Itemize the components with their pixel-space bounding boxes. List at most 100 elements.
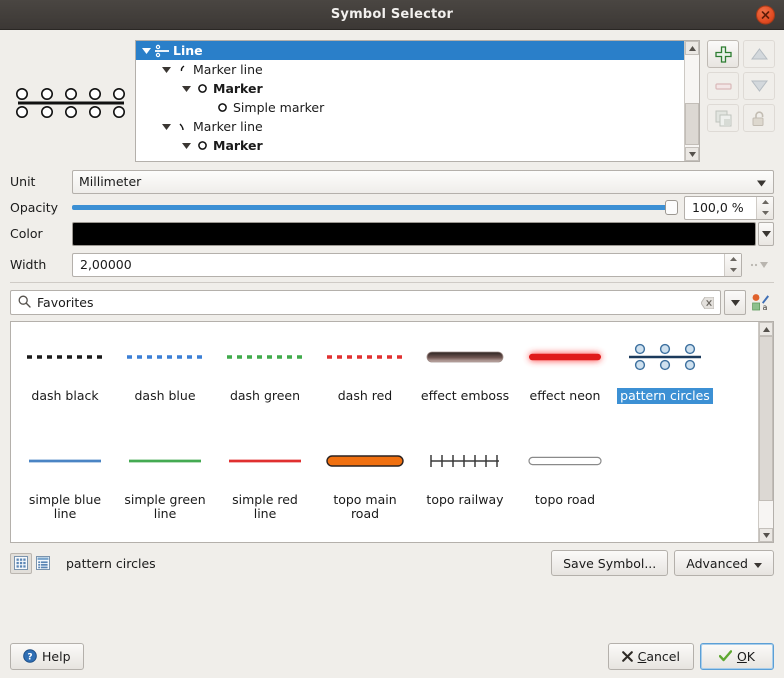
- chevron-down-icon[interactable]: [160, 124, 173, 130]
- emboss-line-icon: [419, 326, 511, 388]
- down-arrow-icon: [751, 79, 768, 93]
- gallery-scroll-track[interactable]: [759, 336, 773, 528]
- save-symbol-label: Save Symbol...: [563, 556, 656, 571]
- lock-icon: [751, 110, 767, 127]
- tree-scroll-track[interactable]: [685, 55, 699, 147]
- move-layer-down-button[interactable]: [743, 72, 775, 100]
- symbol-item[interactable]: topo main road: [315, 430, 415, 534]
- style-manager-button[interactable]: a: [746, 290, 774, 315]
- width-data-defined-override-button[interactable]: [746, 261, 774, 269]
- unit-select[interactable]: Millimeter: [72, 170, 774, 194]
- tree-node-marker-line[interactable]: Marker line: [136, 117, 684, 136]
- tree-node-label: Simple marker: [233, 100, 324, 115]
- remove-symbol-layer-button[interactable]: [707, 72, 739, 100]
- move-layer-up-button[interactable]: [743, 40, 775, 68]
- gallery-scrollbar[interactable]: [758, 322, 773, 542]
- chevron-down-icon: [762, 231, 771, 237]
- opacity-step-down[interactable]: [757, 208, 773, 219]
- circle-marker-icon: [213, 100, 231, 116]
- ok-label: K: [747, 649, 755, 664]
- dashed-line-green-icon: [219, 326, 311, 388]
- ok-button[interactable]: OK: [700, 643, 774, 670]
- close-icon[interactable]: [756, 5, 775, 24]
- lock-layer-button[interactable]: [743, 104, 775, 132]
- opacity-stepper[interactable]: [756, 197, 773, 219]
- search-input[interactable]: [31, 294, 698, 311]
- opacity-slider-handle[interactable]: [665, 200, 678, 215]
- neon-line-icon: [519, 326, 611, 388]
- symbol-item[interactable]: pattern circles: [615, 326, 715, 430]
- symbol-item-label: topo main road: [317, 492, 413, 522]
- title-bar: Symbol Selector: [0, 0, 784, 30]
- tree-node-marker-line[interactable]: Marker line: [136, 60, 684, 79]
- symbol-type-filter-dropdown[interactable]: [724, 290, 746, 315]
- tree-node-line[interactable]: Line: [136, 41, 684, 60]
- width-step-up[interactable]: [725, 254, 741, 265]
- symbol-item[interactable]: simple blue line: [15, 430, 115, 534]
- opacity-label: Opacity: [10, 200, 72, 215]
- opacity-spinbox[interactable]: 100,0 %: [684, 196, 774, 220]
- symbol-item[interactable]: dash green: [215, 326, 315, 430]
- window-title: Symbol Selector: [331, 7, 453, 22]
- opacity-slider[interactable]: [72, 196, 678, 220]
- chevron-down-icon[interactable]: [180, 143, 193, 149]
- unit-row: Unit Millimeter: [10, 169, 774, 194]
- icon-view-toggle[interactable]: [10, 553, 32, 574]
- chevron-down-icon[interactable]: [140, 48, 153, 54]
- layer-action-buttons: [700, 40, 774, 165]
- symbol-item[interactable]: topo road: [515, 430, 615, 534]
- ok-accel: O: [737, 649, 747, 664]
- line-with-circles-pattern-preview: [16, 79, 126, 127]
- color-swatch-button[interactable]: [72, 222, 756, 246]
- gallery-scroll-up-arrow-icon[interactable]: [759, 322, 773, 336]
- symbol-item[interactable]: simple red line: [215, 430, 315, 534]
- symbol-item[interactable]: dash red: [315, 326, 415, 430]
- color-dropdown-button[interactable]: [758, 222, 774, 246]
- width-stepper[interactable]: [724, 254, 741, 276]
- symbol-item-label: dash blue: [131, 388, 198, 404]
- tree-node-marker[interactable]: Marker: [136, 79, 684, 98]
- symbol-gallery[interactable]: dash blackdash bluedash greendash redeff…: [10, 321, 774, 543]
- opacity-step-up[interactable]: [757, 197, 773, 208]
- symbol-item[interactable]: dash blue: [115, 326, 215, 430]
- symbol-item-label: dash green: [227, 388, 303, 404]
- dialog-footer: ? Help Cancel OK: [0, 634, 784, 678]
- topo-road-icon: [519, 430, 611, 492]
- solid-line-green-icon: [119, 430, 211, 492]
- chevron-down-icon[interactable]: [180, 86, 193, 92]
- symbol-layer-tree[interactable]: LineMarker lineMarkerSimple markerMarker…: [135, 40, 700, 162]
- tree-node-simple-marker[interactable]: Simple marker: [136, 98, 684, 117]
- save-symbol-button[interactable]: Save Symbol...: [551, 550, 668, 576]
- scroll-down-arrow-icon[interactable]: [685, 147, 699, 161]
- symbol-item[interactable]: topo railway: [415, 430, 515, 534]
- symbol-item[interactable]: simple green line: [115, 430, 215, 534]
- gallery-scroll-down-arrow-icon[interactable]: [759, 528, 773, 542]
- dashed-line-black-icon: [19, 326, 111, 388]
- width-spinbox[interactable]: 2,00000: [72, 253, 742, 277]
- cancel-button[interactable]: Cancel: [608, 643, 694, 670]
- symbol-item[interactable]: effect neon: [515, 326, 615, 430]
- opacity-slider-groove: [72, 205, 678, 210]
- help-button[interactable]: ? Help: [10, 643, 84, 670]
- tree-scroll-thumb[interactable]: [685, 103, 699, 145]
- symbol-item[interactable]: effect emboss: [415, 326, 515, 430]
- symbol-item[interactable]: dash black: [15, 326, 115, 430]
- scroll-up-arrow-icon[interactable]: [685, 41, 699, 55]
- tree-scrollbar[interactable]: [684, 41, 699, 161]
- minus-icon: [715, 82, 732, 91]
- duplicate-layer-button[interactable]: [707, 104, 739, 132]
- width-row: Width 2,00000: [0, 247, 784, 272]
- search-field-wrapper[interactable]: [10, 290, 721, 315]
- chevron-down-icon[interactable]: [160, 67, 173, 73]
- width-step-down[interactable]: [725, 265, 741, 276]
- tree-node-marker[interactable]: Marker: [136, 136, 684, 155]
- list-view-toggle[interactable]: [32, 553, 54, 574]
- gallery-bottom-bar: pattern circles Save Symbol... Advanced: [0, 543, 784, 577]
- gallery-scroll-thumb[interactable]: [759, 336, 773, 501]
- cancel-label: ancel: [646, 649, 680, 664]
- symbol-preview: [10, 40, 135, 165]
- symbol-search-row: a: [0, 283, 784, 315]
- add-symbol-layer-button[interactable]: [707, 40, 739, 68]
- clear-icon[interactable]: [698, 297, 716, 309]
- advanced-button[interactable]: Advanced: [674, 550, 774, 576]
